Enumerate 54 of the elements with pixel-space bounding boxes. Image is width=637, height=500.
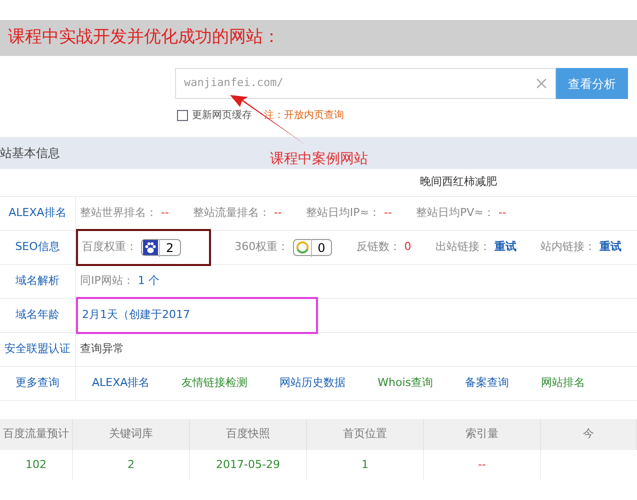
field-label: 反链数： bbox=[356, 239, 400, 256]
query-link[interactable]: 网站排名 bbox=[541, 375, 586, 392]
row-label: 域名解析 bbox=[0, 265, 76, 298]
value-text: 2月1天（创建于2017 bbox=[82, 307, 190, 324]
section-title: 站基本信息 bbox=[0, 145, 61, 162]
field-label: 整站流量排名： bbox=[192, 205, 270, 222]
header-title: 课程中实战开发并优化成功的网站： bbox=[8, 26, 280, 50]
table-cell: 2 bbox=[73, 450, 190, 480]
query-link[interactable]: 网站历史数据 bbox=[280, 375, 346, 392]
field-label: 整站世界排名： bbox=[80, 205, 157, 222]
cache-checkbox[interactable] bbox=[177, 110, 188, 120]
row-label: SEO信息 bbox=[0, 231, 76, 264]
annotation-text: 课程中案例网站 bbox=[270, 150, 368, 168]
site-title: 晚间西红柿减肥 bbox=[420, 174, 497, 190]
value-text: 查询异常 bbox=[80, 341, 124, 358]
query-link[interactable]: Whois查询 bbox=[378, 375, 434, 392]
value-text: 0 bbox=[404, 239, 412, 256]
weight-badge: 2 bbox=[141, 239, 181, 256]
column-header: 今 bbox=[541, 419, 637, 450]
row-label: 域名年龄 bbox=[0, 299, 76, 332]
retry-link[interactable]: 重试 bbox=[599, 239, 622, 256]
query-link[interactable]: ALEXA排名 bbox=[92, 375, 150, 392]
column-header: 百度快照 bbox=[190, 419, 307, 450]
table-cell: 2017-05-29 bbox=[190, 450, 307, 480]
value-text: -- bbox=[274, 205, 282, 222]
column-header: 索引量 bbox=[424, 419, 541, 450]
field-label: 站内链接： bbox=[540, 239, 596, 256]
field-label: 整站日均IP≈： bbox=[306, 205, 380, 222]
field-label: 整站日均PV≈： bbox=[416, 205, 494, 222]
retry-link[interactable]: 重试 bbox=[494, 239, 516, 256]
row-label: ALEXA排名 bbox=[0, 197, 76, 230]
row-label: 安全联盟认证 bbox=[0, 333, 76, 366]
value-text: -- bbox=[384, 205, 392, 222]
table-cell: 102 bbox=[0, 450, 73, 480]
column-header: 百度流量预计 bbox=[0, 419, 73, 450]
checkbox-label: 更新网页缓存 bbox=[192, 108, 252, 122]
column-header: 关键词库 bbox=[73, 419, 190, 450]
field-label: 出站链接： bbox=[435, 239, 490, 256]
field-label: 360权重： bbox=[234, 239, 289, 256]
value-text: -- bbox=[161, 205, 169, 222]
table-cell: 1 bbox=[307, 450, 424, 480]
row-label: 更多查询 bbox=[0, 367, 76, 400]
query-link[interactable]: 友情链接检测 bbox=[182, 375, 248, 392]
query-link[interactable]: 备案查询 bbox=[465, 375, 510, 392]
paw-icon bbox=[143, 240, 158, 255]
table-cell: -- bbox=[424, 450, 541, 480]
column-header: 首页位置 bbox=[307, 419, 424, 450]
field-label: 百度权重： bbox=[82, 239, 137, 256]
field-label: 同IP网站： bbox=[80, 273, 134, 290]
weight-badge: 0 bbox=[292, 239, 332, 256]
note-text: 注：开放内页查询 bbox=[264, 108, 344, 122]
ring-icon bbox=[294, 240, 310, 255]
value-text: 1 个 bbox=[138, 273, 160, 290]
value-text: -- bbox=[498, 205, 506, 222]
